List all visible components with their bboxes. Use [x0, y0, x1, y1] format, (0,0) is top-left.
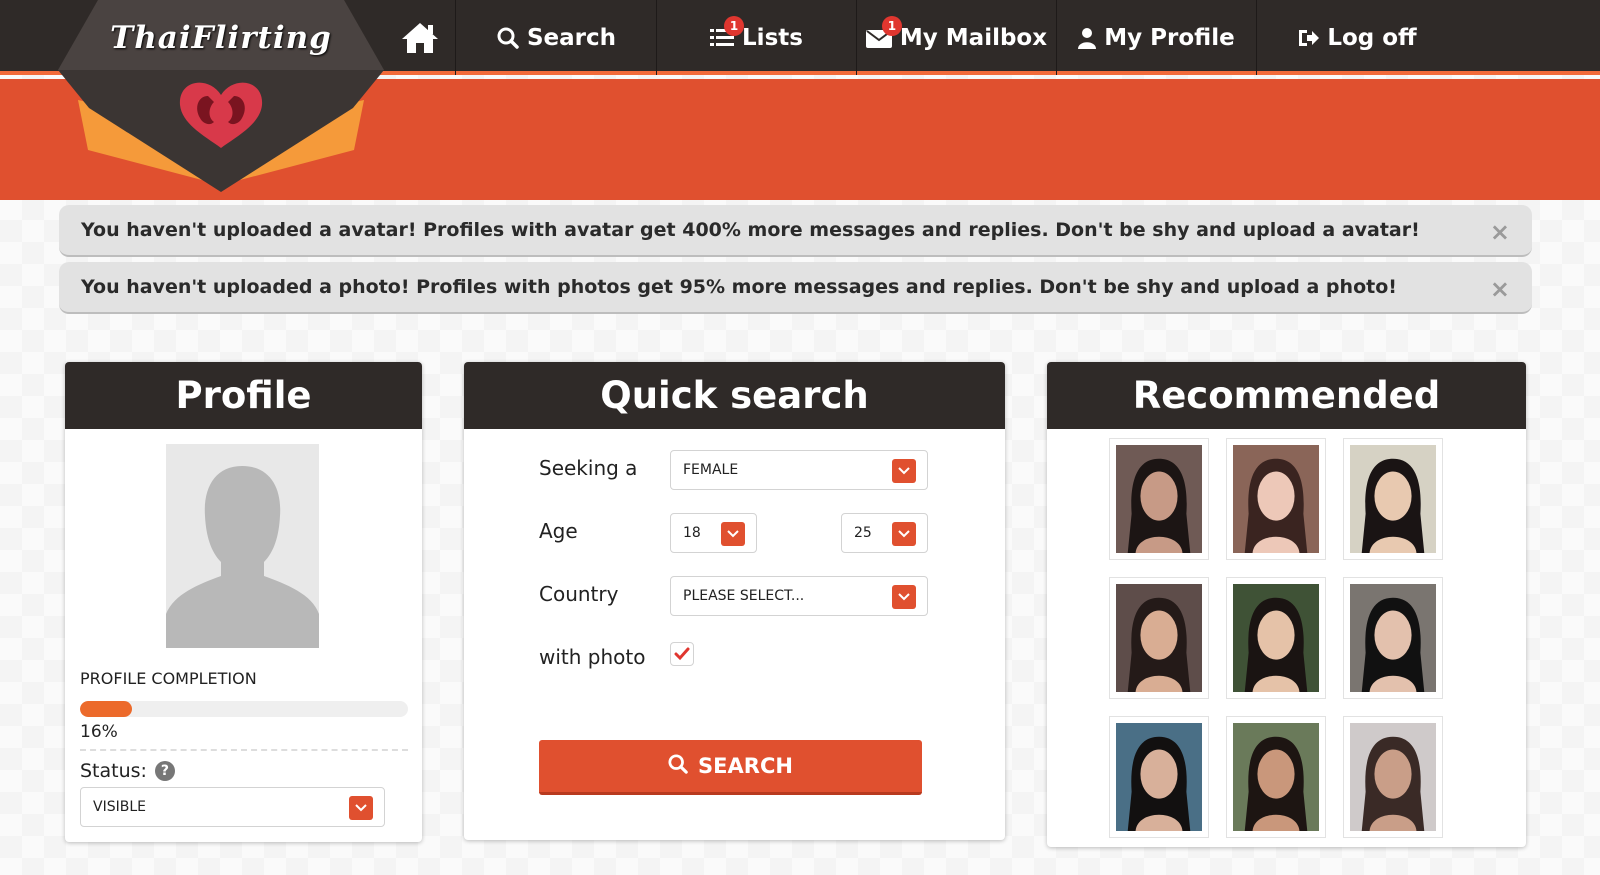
profile-panel: Profile PROFILE COMPLETION 16% Status: ?… [65, 362, 422, 842]
recommended-photo[interactable] [1343, 577, 1443, 699]
quick-search-panel: Quick search Seeking a FEMALE Age 18 25 … [464, 362, 1005, 840]
profile-completion-bar [80, 701, 408, 717]
nav-lists-label: Lists [742, 24, 803, 51]
recommended-photo[interactable] [1226, 577, 1326, 699]
site-logo[interactable]: ThaiFlirting [58, 0, 384, 195]
nav-logoff-label: Log off [1327, 24, 1417, 51]
nav-logoff[interactable]: Log off [1257, 0, 1457, 75]
profile-photo-image [1350, 445, 1436, 553]
home-icon [401, 22, 438, 53]
search-button[interactable]: SEARCH [539, 740, 922, 795]
lists-badge: 1 [724, 15, 745, 36]
logo-text: ThaiFlirting [110, 20, 332, 56]
status-select-value: VISIBLE [93, 799, 146, 815]
chevron-down-icon [892, 522, 916, 546]
profile-photo-image [1116, 584, 1202, 692]
profile-photo-image [1350, 584, 1436, 692]
age-from-value: 18 [683, 525, 701, 541]
avatar-placeholder[interactable] [166, 444, 319, 648]
nav-mailbox-label: My Mailbox [899, 24, 1048, 51]
recommended-photo[interactable] [1109, 716, 1209, 838]
chevron-down-icon [721, 522, 745, 546]
search-button-label: SEARCH [698, 754, 793, 778]
recommended-panel: Recommended [1047, 362, 1526, 847]
nav-my-profile[interactable]: My Profile [1057, 0, 1257, 75]
alert-avatar-text: You haven't uploaded a avatar! Profiles … [81, 219, 1420, 241]
status-select[interactable]: VISIBLE [80, 787, 385, 827]
search-icon [497, 27, 519, 49]
profile-photo-image [1233, 445, 1319, 553]
age-label: Age [539, 519, 578, 543]
recommended-photo[interactable] [1226, 716, 1326, 838]
profile-photo-image [1233, 584, 1319, 692]
alert-photo-close-button[interactable]: × [1490, 275, 1510, 303]
list-icon: 1 [710, 15, 745, 48]
nav-home[interactable] [384, 0, 456, 75]
user-icon [1078, 27, 1097, 49]
recommended-photo[interactable] [1109, 438, 1209, 560]
profile-completion-fill [80, 701, 133, 717]
recommended-photo[interactable] [1226, 438, 1326, 560]
checkmark-icon [674, 647, 690, 661]
nav-mailbox[interactable]: 1 My Mailbox [857, 0, 1057, 75]
profile-photo-image [1233, 723, 1319, 831]
profile-panel-title: Profile [65, 362, 422, 429]
recommended-photo[interactable] [1109, 577, 1209, 699]
alert-photo-text: You haven't uploaded a photo! Profiles w… [81, 276, 1397, 298]
profile-completion-label: PROFILE COMPLETION [80, 669, 257, 688]
logout-icon [1297, 28, 1320, 48]
age-from-select[interactable]: 18 [670, 513, 757, 553]
alert-avatar: You haven't uploaded a avatar! Profiles … [59, 205, 1532, 257]
seeking-label: Seeking a [539, 456, 638, 480]
age-to-value: 25 [854, 525, 872, 541]
mail-icon: 1 [865, 15, 902, 48]
profile-photo-image [1350, 723, 1436, 831]
chevron-down-icon [349, 796, 373, 820]
country-select[interactable]: PLEASE SELECT... [670, 576, 928, 616]
chevron-down-icon [892, 459, 916, 483]
profile-photo-image [1116, 723, 1202, 831]
with-photo-checkbox[interactable] [670, 642, 694, 666]
country-select-value: PLEASE SELECT... [683, 588, 805, 604]
quick-search-title: Quick search [464, 362, 1005, 429]
nav-lists[interactable]: 1 Lists [657, 0, 857, 75]
recommended-title: Recommended [1047, 362, 1526, 429]
status-label: Status: [80, 760, 147, 782]
nav-search-label: Search [526, 24, 617, 51]
seeking-select-value: FEMALE [683, 462, 739, 478]
nav-search[interactable]: Search [457, 0, 657, 75]
alert-avatar-close-button[interactable]: × [1490, 218, 1510, 246]
search-icon [668, 753, 688, 779]
mailbox-badge: 1 [881, 15, 902, 36]
profile-completion-value: 16% [80, 722, 118, 742]
with-photo-label: with photo [539, 645, 646, 669]
recommended-photo[interactable] [1343, 716, 1443, 838]
seeking-select[interactable]: FEMALE [670, 450, 928, 490]
chevron-down-icon [892, 585, 916, 609]
alert-photo: You haven't uploaded a photo! Profiles w… [59, 262, 1532, 314]
recommended-photo[interactable] [1343, 438, 1443, 560]
country-label: Country [539, 582, 619, 606]
age-to-select[interactable]: 25 [841, 513, 928, 553]
profile-photo-image [1116, 445, 1202, 553]
nav-my-profile-label: My Profile [1104, 24, 1235, 51]
divider [80, 749, 408, 751]
help-icon[interactable]: ? [154, 761, 175, 781]
status-label-row: Status: ? [80, 760, 175, 782]
avatar-silhouette-icon [166, 444, 319, 648]
